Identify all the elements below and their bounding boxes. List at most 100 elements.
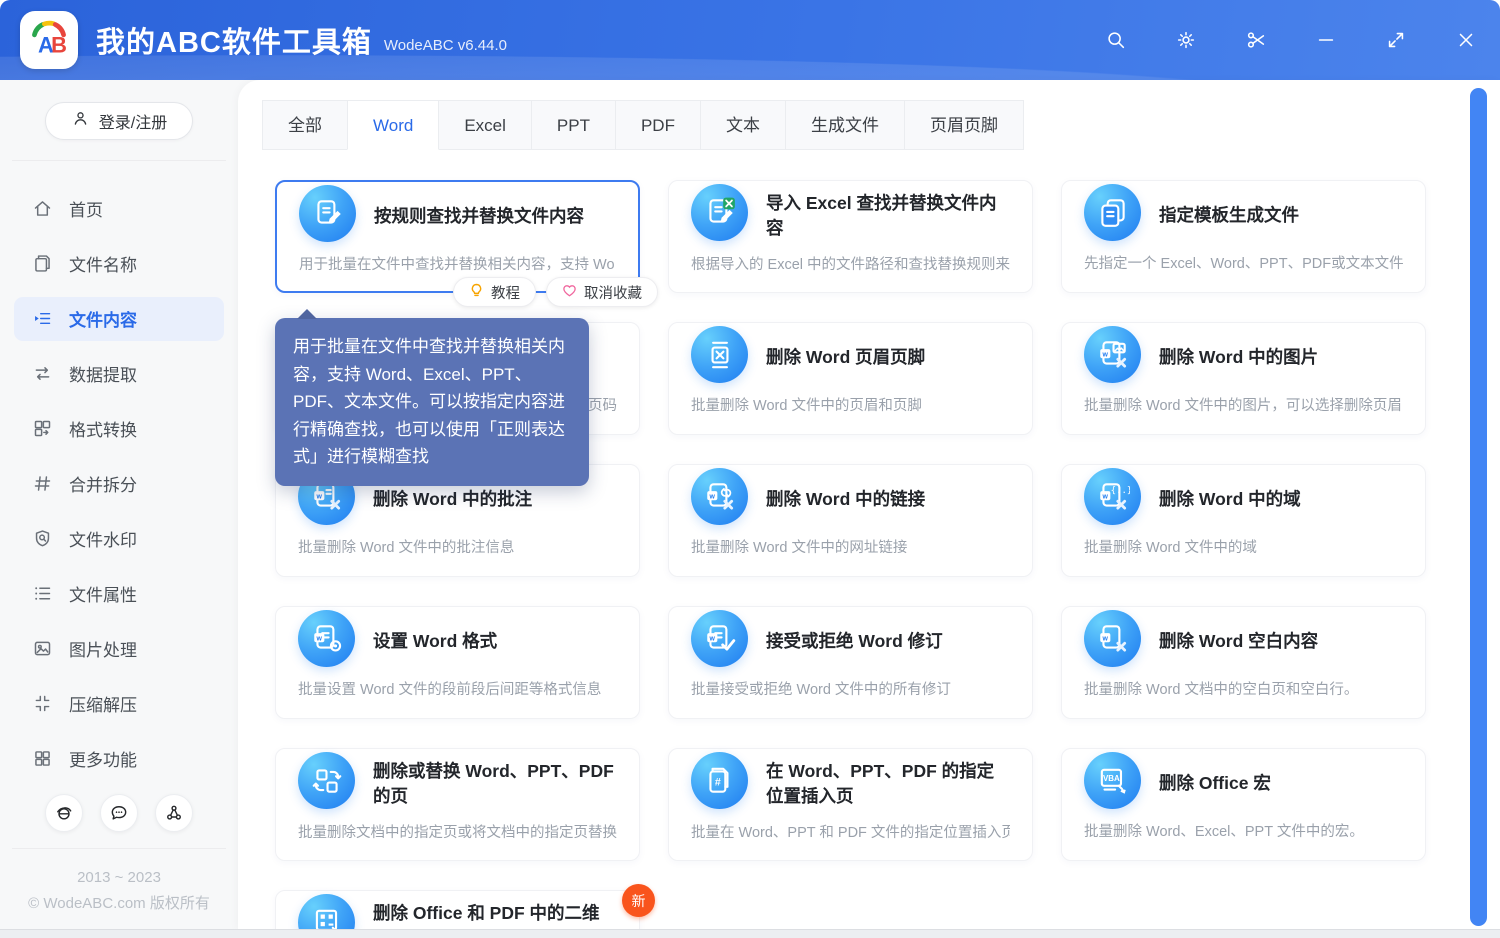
card-description: 批量删除 Word、Excel、PPT 文件中的宏。 <box>1084 820 1403 841</box>
main-panel: 全部WordExcelPPTPDF文本生成文件页眉页脚 按规则查找并替换文件内容… <box>238 80 1500 930</box>
settings-gear-icon[interactable] <box>1174 28 1198 52</box>
sidebar-item-label: 文件名称 <box>69 251 137 276</box>
tab-PPT[interactable]: PPT <box>531 100 616 150</box>
feature-card[interactable]: 删除或替换 Word、PPT、PDF 的页批量删除文档中的指定页或将文档中的指定… <box>275 748 640 861</box>
card-head: 按规则查找并替换文件内容 <box>299 192 616 242</box>
login-label: 登录/注册 <box>99 109 167 133</box>
card-description: 根据导入的 Excel 中的文件路径和查找替换规则来 <box>691 253 1010 274</box>
tutorial-button[interactable]: 教程 <box>453 277 536 307</box>
tab-Excel[interactable]: Excel <box>438 100 532 150</box>
card-title: 删除 Word 页眉页脚 <box>766 345 925 370</box>
feature-card[interactable]: 删除 Office 和 PDF 中的二维码新 <box>275 890 640 930</box>
svg-text:#: # <box>714 776 720 788</box>
doc-edit-icon <box>299 185 356 242</box>
divider <box>12 848 226 849</box>
share-network-icon[interactable] <box>155 794 193 832</box>
sidebar-item-format-convert[interactable]: 格式转换 <box>14 407 224 451</box>
merge-split-icon <box>32 473 53 494</box>
feature-card[interactable]: VBA删除 Office 宏批量删除 Word、Excel、PPT 文件中的宏。 <box>1061 748 1426 861</box>
pill-label: 教程 <box>491 282 520 303</box>
svg-text:B: B <box>51 32 67 57</box>
card-head: w设置 Word 格式 <box>298 617 617 667</box>
sidebar-nav: 首页文件名称文件内容数据提取格式转换合并拆分文件水印文件属性图片处理压缩解压更多… <box>0 181 238 786</box>
tooltip-arrow <box>297 309 317 319</box>
feature-card[interactable]: 指定模板生成文件先指定一个 Excel、Word、PPT、PDF或文本文件作 <box>1061 180 1426 293</box>
word-format-icon: w <box>298 610 355 667</box>
sidebar-item-file-content[interactable]: 文件内容 <box>14 297 224 341</box>
svg-text:w: w <box>708 635 715 642</box>
copyright-text: © WodeABC.com 版权所有 <box>0 891 238 917</box>
card-title: 删除 Word 中的链接 <box>766 487 925 512</box>
feature-card[interactable]: w删除 Word 空白内容批量删除 Word 文档中的空白页和空白行。 <box>1061 606 1426 719</box>
feature-card[interactable]: 导入 Excel 查找并替换文件内容根据导入的 Excel 中的文件路径和查找替… <box>668 180 1033 293</box>
feature-card[interactable]: 删除 Word 页眉页脚批量删除 Word 文件中的页眉和页脚 <box>668 322 1033 435</box>
card-title: 删除 Word 中的批注 <box>373 487 532 512</box>
sidebar-item-data-extract[interactable]: 数据提取 <box>14 352 224 396</box>
card-head: w删除 Word 中的图片 <box>1084 333 1403 383</box>
heart-icon <box>562 283 577 302</box>
tab-Word[interactable]: Word <box>347 100 439 150</box>
feature-card[interactable]: 按规则查找并替换文件内容用于批量在文件中查找并替换相关内容，支持 Wo教程取消收… <box>275 180 640 293</box>
tab-生成文件[interactable]: 生成文件 <box>785 100 905 150</box>
feature-card[interactable]: w{..}删除 Word 中的域批量删除 Word 文件中的域 <box>1061 464 1426 577</box>
sidebar-item-compress[interactable]: 压缩解压 <box>14 682 224 726</box>
feature-card[interactable]: w删除 Word 中的图片批量删除 Word 文件中的图片，可以选择删除页眉 <box>1061 322 1426 435</box>
card-description: 用于批量在文件中查找并替换相关内容，支持 Wo <box>299 253 616 274</box>
app-logo-icon: A B <box>20 11 78 69</box>
sidebar-item-more[interactable]: 更多功能 <box>14 737 224 781</box>
feedback-chat-icon[interactable] <box>100 794 138 832</box>
card-description: 批量删除 Word 文档中的空白页和空白行。 <box>1084 678 1403 699</box>
card-title: 删除 Word 中的图片 <box>1159 345 1318 370</box>
unfavorite-button[interactable]: 取消收藏 <box>546 277 658 307</box>
sidebar-item-merge-split[interactable]: 合并拆分 <box>14 462 224 506</box>
browser-ie-icon[interactable] <box>45 794 83 832</box>
card-head: w删除 Word 空白内容 <box>1084 617 1403 667</box>
feature-card[interactable]: # 在 Word、PPT、PDF 的指定位置插入页批量在 Word、PPT 和 P… <box>668 748 1033 861</box>
card-title: 删除 Word 中的域 <box>1159 487 1301 512</box>
card-title: 删除 Office 宏 <box>1159 771 1271 796</box>
sidebar-item-label: 格式转换 <box>69 416 137 441</box>
tab-全部[interactable]: 全部 <box>262 100 348 150</box>
card-head: 指定模板生成文件 <box>1084 191 1403 241</box>
feature-card[interactable]: w删除 Word 中的链接批量删除 Word 文件中的网址链接 <box>668 464 1033 577</box>
feature-card[interactable]: w接受或拒绝 Word 修订批量接受或拒绝 Word 文件中的所有修订 <box>668 606 1033 719</box>
close-icon[interactable] <box>1454 28 1478 52</box>
tab-页眉页脚[interactable]: 页眉页脚 <box>904 100 1024 150</box>
sidebar: 登录/注册 首页文件名称文件内容数据提取格式转换合并拆分文件水印文件属性图片处理… <box>0 80 238 930</box>
sidebar-item-home[interactable]: 首页 <box>14 187 224 231</box>
card-title: 删除 Office 和 PDF 中的二维码 <box>373 901 617 930</box>
card-description: 批量设置 Word 文件的段前段后间距等格式信息 <box>298 678 617 699</box>
search-icon[interactable] <box>1104 28 1128 52</box>
tab-PDF[interactable]: PDF <box>615 100 701 150</box>
scrollbar-thumb[interactable] <box>1470 88 1487 926</box>
card-description: 批量在 Word、PPT 和 PDF 文件的指定位置插入页, <box>691 821 1010 842</box>
word-field-icon: w{..} <box>1084 468 1141 525</box>
sidebar-item-label: 合并拆分 <box>69 471 137 496</box>
app-window: A B 我的ABC软件工具箱 WodeABC v6.44.0 登录/注册 首页文… <box>0 0 1500 938</box>
file-name-icon <box>32 253 53 274</box>
card-title: 在 Word、PPT、PDF 的指定位置插入页 <box>766 759 1010 810</box>
sidebar-item-watermark[interactable]: 文件水印 <box>14 517 224 561</box>
window-bottom-edge <box>0 929 1500 938</box>
minimize-icon[interactable] <box>1314 28 1338 52</box>
card-head: w{..}删除 Word 中的域 <box>1084 475 1403 525</box>
resize-icon[interactable] <box>1384 28 1408 52</box>
sidebar-item-file-attr[interactable]: 文件属性 <box>14 572 224 616</box>
pill-label: 取消收藏 <box>584 282 642 303</box>
divider <box>12 160 226 161</box>
svg-text:w: w <box>708 493 715 500</box>
login-button[interactable]: 登录/注册 <box>45 102 193 140</box>
sidebar-item-image-process[interactable]: 图片处理 <box>14 627 224 671</box>
card-description: 批量删除 Word 文件中的图片，可以选择删除页眉 <box>1084 394 1403 415</box>
tab-文本[interactable]: 文本 <box>700 100 786 150</box>
sidebar-item-file-name[interactable]: 文件名称 <box>14 242 224 286</box>
format-convert-icon <box>32 418 53 439</box>
feature-card[interactable]: w设置 Word 格式批量设置 Word 文件的段前段后间距等格式信息 <box>275 606 640 719</box>
sidebar-item-label: 文件水印 <box>69 526 137 551</box>
titlebar: A B 我的ABC软件工具箱 WodeABC v6.44.0 <box>0 0 1500 80</box>
card-description: 批量接受或拒绝 Word 文件中的所有修订 <box>691 678 1010 699</box>
word-revision-icon: w <box>691 610 748 667</box>
card-head: 导入 Excel 查找并替换文件内容 <box>691 191 1010 242</box>
screenshot-scissors-icon[interactable] <box>1244 28 1268 52</box>
sidebar-item-label: 文件属性 <box>69 581 137 606</box>
